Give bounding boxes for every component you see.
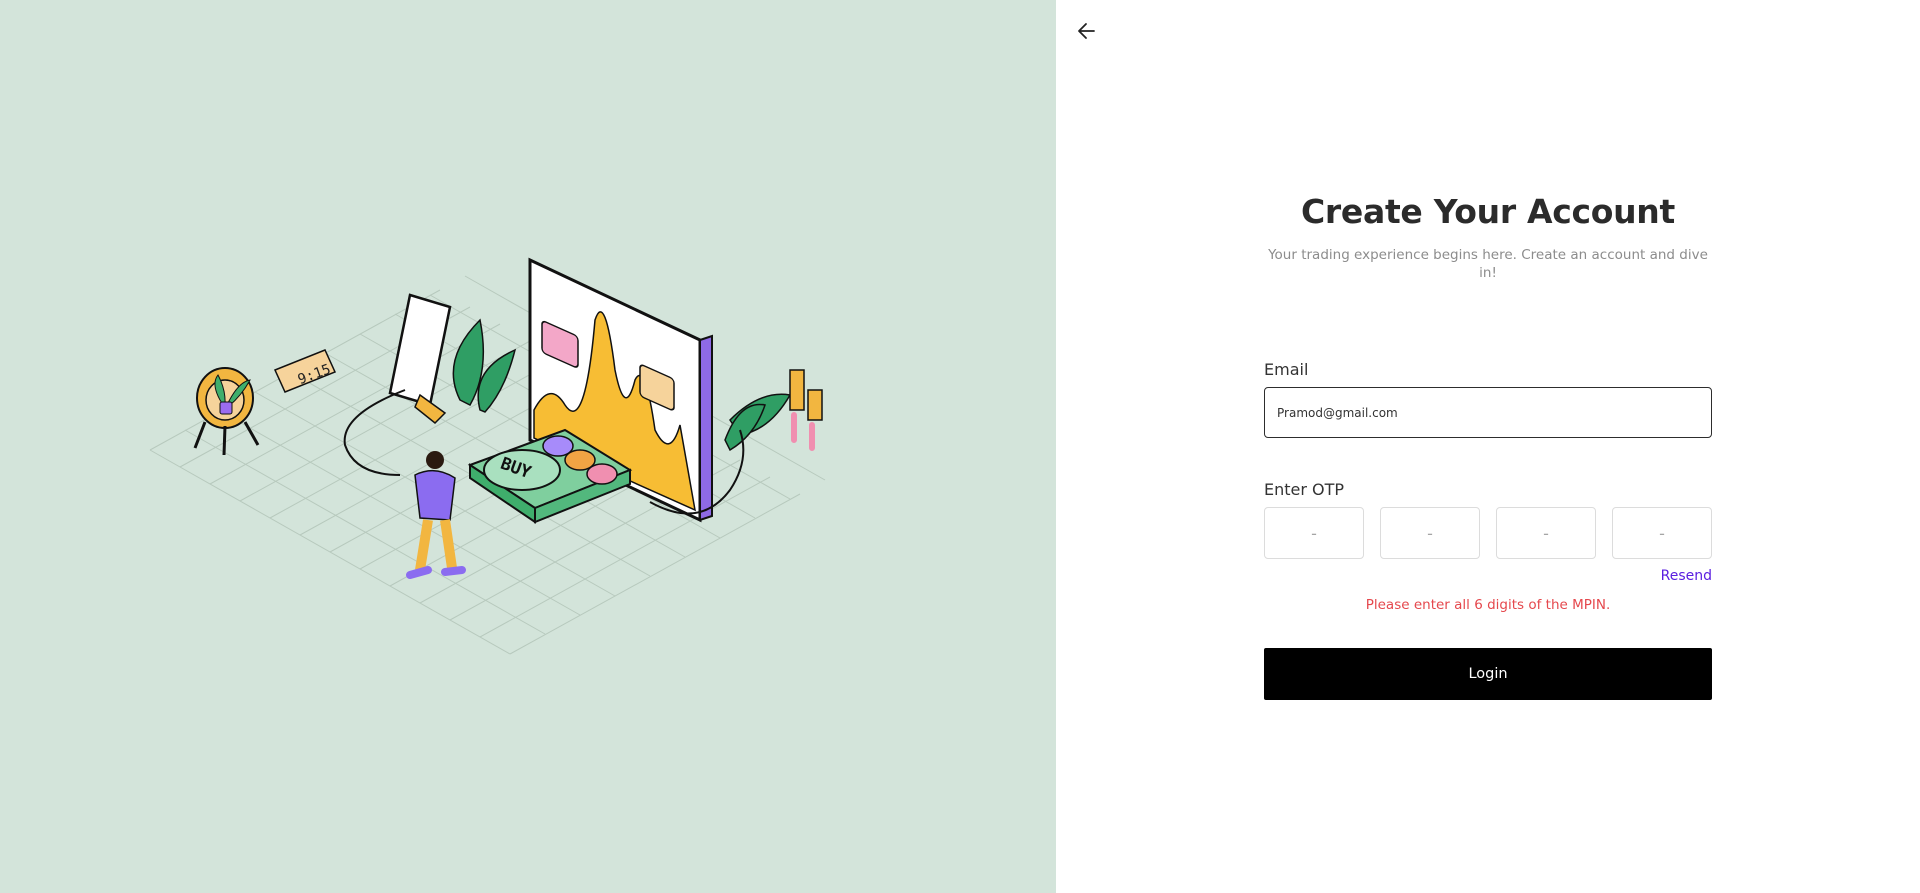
email-label: Email xyxy=(1264,360,1309,379)
plant-chair xyxy=(193,367,260,456)
phone xyxy=(388,293,452,425)
resend-link[interactable]: Resend xyxy=(1661,568,1712,584)
back-button[interactable] xyxy=(1072,16,1102,46)
error-message: Please enter all 6 digits of the MPIN. xyxy=(1365,597,1611,613)
alarm-clock: 9:15 xyxy=(273,349,337,393)
trading-illustration: 9:15 BUY xyxy=(149,257,826,655)
arrow-left-icon xyxy=(1078,23,1095,39)
login-button[interactable]: Login xyxy=(1264,648,1712,700)
page-title: Create Your Account xyxy=(1301,192,1675,231)
page-subtitle: Your trading experience begins here. Cre… xyxy=(1268,247,1708,281)
signup-form: Create Your Account Your trading experie… xyxy=(1264,192,1712,700)
coin-stacks xyxy=(789,369,823,451)
otp-digit-4[interactable] xyxy=(1612,507,1712,559)
email-field[interactable] xyxy=(1264,387,1712,438)
otp-inputs xyxy=(1264,507,1712,559)
otp-digit-2[interactable] xyxy=(1380,507,1480,559)
otp-digit-1[interactable] xyxy=(1264,507,1364,559)
auth-panel: Create Your Account Your trading experie… xyxy=(1056,0,1920,893)
otp-label: Enter OTP xyxy=(1264,480,1345,499)
otp-digit-3[interactable] xyxy=(1496,507,1596,559)
illustration-panel: 9:15 BUY xyxy=(0,0,1056,893)
